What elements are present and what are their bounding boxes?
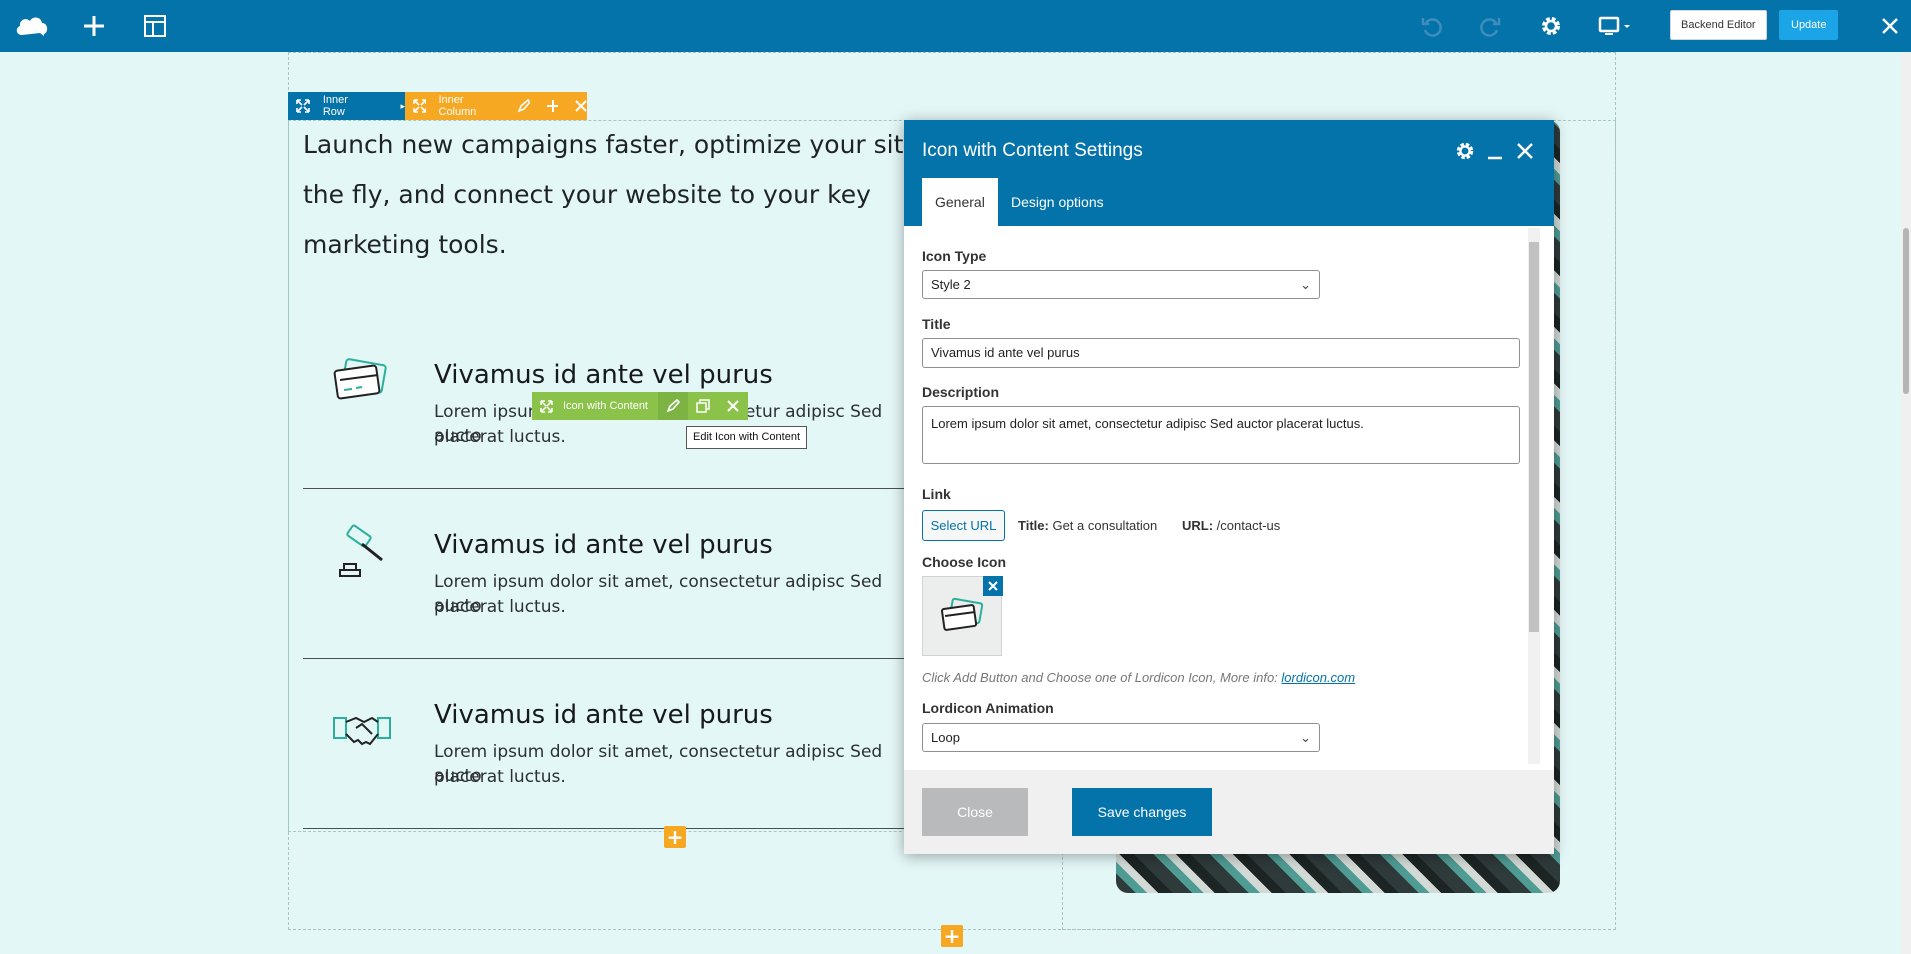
close-icon [727, 400, 739, 412]
pencil-icon [666, 399, 680, 413]
title-label: Title [922, 316, 951, 332]
inner-row-controls: Inner Row ▸ Inner Column [288, 92, 587, 120]
modal-body: Icon Type Style 2 ⌄ Title Vivamus id ant… [904, 226, 1554, 770]
inner-row-label: Inner Row [322, 94, 348, 118]
intro-line-1: Launch new campaigns faster, optimize yo… [303, 130, 904, 159]
delete-element-button[interactable] [718, 392, 748, 420]
divider [303, 658, 923, 659]
close-icon [988, 581, 998, 591]
copy-icon [696, 399, 710, 413]
icon-type-label: Icon Type [922, 248, 987, 264]
chevron-down-icon: ⌄ [1300, 277, 1311, 292]
title-input[interactable]: Vivamus id ante vel purus [922, 338, 1520, 368]
handshake-icon [330, 698, 394, 762]
add-element-button[interactable]: + [664, 825, 686, 849]
gear-icon[interactable] [1454, 140, 1476, 162]
scrollbar-thumb[interactable] [1903, 228, 1909, 394]
modal-title: Icon with Content Settings [922, 140, 1143, 161]
divider [303, 828, 923, 829]
feature-desc-line-2: placerat luctus. [434, 767, 566, 787]
backend-editor-button[interactable]: Backend Editor [1670, 10, 1767, 40]
top-toolbar: Backend Editor Update [0, 0, 1911, 52]
link-url-value: /contact-us [1216, 518, 1281, 533]
tab-design-options[interactable]: Design options [998, 178, 1117, 226]
icon-hint: Click Add Button and Choose one of Lordi… [922, 670, 1355, 685]
chevron-down-icon: ⌄ [1300, 730, 1311, 745]
close-button[interactable]: Close [922, 788, 1028, 836]
link-title: Title: Get a consultation [1018, 518, 1157, 533]
tooltip: Edit Icon with Content [686, 426, 808, 449]
pencil-icon[interactable] [517, 99, 530, 113]
link-url-key: URL: [1182, 518, 1214, 533]
hint-text: Click Add Button and Choose one of Lordi… [922, 670, 1278, 685]
inner-column-label: Inner Column [438, 94, 477, 118]
redo-icon[interactable] [1476, 12, 1504, 40]
settings-modal: Icon with Content Settings General Desig… [904, 120, 1554, 854]
animation-select[interactable]: Loop ⌄ [922, 723, 1320, 752]
description-textarea[interactable]: Lorem ipsum dolor sit amet, consectetur … [922, 406, 1520, 464]
divider [303, 488, 923, 489]
feature-title: Vivamus id ante vel purus [434, 530, 773, 560]
layout-icon[interactable] [141, 12, 169, 40]
element-label: Icon with Content [563, 400, 648, 412]
plus-icon[interactable] [546, 99, 559, 113]
modal-scrollbar[interactable] [1528, 228, 1540, 764]
monitor-icon[interactable] [1598, 12, 1634, 40]
tab-general[interactable]: General [922, 178, 998, 226]
lordicon-link[interactable]: lordicon.com [1281, 670, 1355, 685]
link-url: URL: /contact-us [1182, 518, 1280, 533]
close-icon[interactable] [574, 99, 587, 113]
feature-desc-line-2: placerat luctus. [434, 597, 566, 617]
description-label: Description [922, 384, 1000, 400]
add-row-button[interactable]: + [941, 924, 963, 948]
icon-type-value: Style 2 [931, 277, 971, 292]
intro-line-2: the fly, and connect your website to you… [303, 180, 871, 209]
inner-row-control[interactable]: Inner Row ▸ [288, 92, 405, 120]
inner-column-control[interactable]: Inner Column [405, 92, 587, 120]
modal-footer: Close Save changes [904, 770, 1554, 854]
undo-icon[interactable] [1418, 12, 1446, 40]
update-button[interactable]: Update [1779, 10, 1839, 40]
choose-icon-label: Choose Icon [922, 554, 1007, 570]
gavel-icon [330, 522, 394, 586]
cloud-logo-icon[interactable] [14, 12, 50, 40]
modal-header: Icon with Content Settings General Desig… [904, 120, 1554, 226]
page-scrollbar[interactable] [1901, 52, 1911, 954]
animation-value: Loop [931, 730, 960, 745]
close-icon[interactable] [1514, 140, 1536, 162]
move-icon [413, 99, 426, 113]
plus-icon[interactable] [80, 12, 108, 40]
remove-icon-button[interactable] [983, 576, 1003, 596]
close-icon[interactable] [1876, 12, 1904, 40]
minimize-icon[interactable] [1484, 140, 1506, 162]
credit-cards-icon [330, 350, 394, 414]
select-url-button[interactable]: Select URL [922, 510, 1005, 541]
element-move-control[interactable]: Icon with Content [532, 392, 658, 420]
feature-title: Vivamus id ante vel purus [434, 700, 773, 730]
intro-line-3: marketing tools. [303, 230, 507, 259]
save-changes-button[interactable]: Save changes [1072, 788, 1212, 836]
animation-label: Lordicon Animation [922, 700, 1054, 716]
feature-desc-line-2: placerat luctus. [434, 427, 566, 447]
feature-title: Vivamus id ante vel purus [434, 360, 773, 390]
element-controls: Icon with Content [532, 392, 748, 420]
link-title-key: Title: [1018, 518, 1049, 533]
gear-icon[interactable] [1537, 12, 1565, 40]
move-icon [540, 399, 553, 413]
move-icon [296, 99, 310, 113]
clone-element-button[interactable] [688, 392, 718, 420]
link-title-value: Get a consultation [1052, 518, 1158, 533]
edit-element-button[interactable] [658, 392, 688, 420]
link-label: Link [922, 486, 951, 502]
scrollbar-thumb[interactable] [1529, 242, 1539, 632]
icon-type-select[interactable]: Style 2 ⌄ [922, 270, 1320, 299]
